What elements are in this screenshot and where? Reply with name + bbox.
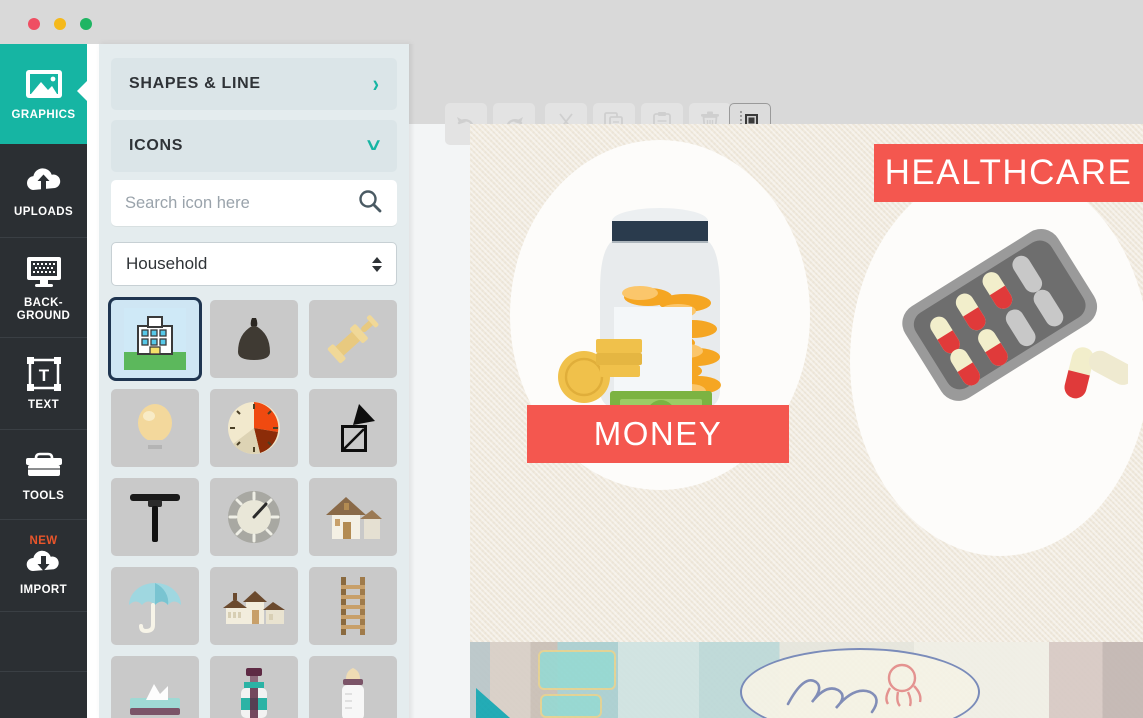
text-box-icon: T [26,355,62,393]
sidebar-item-import[interactable]: NEW IMPORT [0,520,87,612]
money-label-text: MONEY [593,415,723,452]
icon-tile-baby-bottle[interactable] [309,656,397,718]
close-button[interactable] [28,18,40,30]
icon-tile-lightbulb[interactable] [111,389,199,467]
sidebar-item-tools[interactable]: TOOLS [0,430,87,520]
sidebar-item-background[interactable]: BACK- GROUND [0,238,87,338]
monitor-pattern-icon [24,253,64,291]
icon-tile-desk-lamp[interactable] [309,389,397,467]
sidebar-item-label: TEXT [28,399,59,411]
maximize-button[interactable] [80,18,92,30]
search-input[interactable] [125,193,357,213]
teal-corner-shape [476,688,510,718]
sidebar-item-graphics[interactable]: GRAPHICS [0,44,88,144]
app-window: GRAPHICS UPLOADS BACK- GROUND T TEXT TOO… [0,0,1143,718]
icon-tile-house[interactable] [309,478,397,556]
left-sidebar: GRAPHICS UPLOADS BACK- GROUND T TEXT TOO… [0,44,88,718]
canvas-toolbar [409,44,1143,145]
icon-tile-squeegee[interactable] [111,478,199,556]
sidebar-item-label: BACK- GROUND [16,296,71,322]
photo-overlay [470,642,1143,718]
icon-tile-dial-timer[interactable] [210,478,298,556]
accordion-label: ICONS [129,137,184,154]
chevron-right-icon[interactable]: › [373,72,379,96]
svg-text:T: T [38,366,49,385]
toolbox-icon [23,446,65,484]
accordion-label: SHAPES & LINE [129,75,261,92]
window-controls [28,18,92,30]
search-icon[interactable] [357,188,383,219]
chevron-down-icon[interactable]: ˅ [367,137,381,156]
design-canvas[interactable]: $ MONEY [470,124,1143,718]
icon-tile-farmhouse[interactable] [210,567,298,645]
active-pointer [77,80,88,102]
sidebar-item-uploads[interactable]: UPLOADS [0,144,87,238]
category-select-value: Household [126,254,208,273]
stepper-arrows-icon[interactable] [372,256,382,272]
accordion-shapes-line[interactable]: SHAPES & LINE › [111,58,397,110]
icon-tile-building[interactable] [111,300,199,378]
search-field[interactable] [111,180,397,226]
minimize-button[interactable] [54,18,66,30]
workspace: $ MONEY [409,44,1143,718]
title-bar [0,0,1143,44]
pill-blister-illustration[interactable] [888,216,1134,416]
category-select[interactable]: Household [111,242,397,286]
cloud-upload-icon [23,162,65,200]
neon-sign-shape-2 [540,694,602,718]
icon-tile-ladder[interactable] [309,567,397,645]
neon-sign-shape [538,650,616,690]
panel-edge-shadow [409,44,415,718]
icon-tile-garbage-bag[interactable] [210,300,298,378]
accordion-icons[interactable]: ICONS ˅ [111,120,397,172]
sidebar-item-text[interactable]: T TEXT [0,338,87,430]
icon-tile-pie-chart-clock[interactable] [210,389,298,467]
healthcare-label-text: HEALTHCARE [884,153,1133,192]
sidebar-filler [0,612,87,672]
icon-tile-spray-bottle[interactable] [210,656,298,718]
sidebar-item-label: IMPORT [19,583,68,596]
money-jar-illustration[interactable]: $ [550,199,770,439]
icons-panel: SHAPES & LINE › ICONS ˅ Household [99,44,409,718]
icon-tile-umbrella[interactable] [111,567,199,645]
icon-tile-gavel[interactable] [309,300,397,378]
money-label-banner[interactable]: MONEY [527,405,789,463]
sidebar-item-label: TOOLS [22,490,65,502]
vintage-storefront-photo[interactable] [470,642,1143,718]
image-icon [24,65,64,103]
sidebar-item-label: UPLOADS [13,206,74,218]
icon-tile-tissue-box[interactable] [111,656,199,718]
new-badge: NEW [29,534,58,547]
sidebar-item-label: GRAPHICS [11,109,76,121]
healthcare-label-banner[interactable]: HEALTHCARE [874,144,1143,202]
icon-grid [111,300,397,718]
cloud-download-icon [23,548,65,578]
red-emblem-icon [885,663,922,707]
